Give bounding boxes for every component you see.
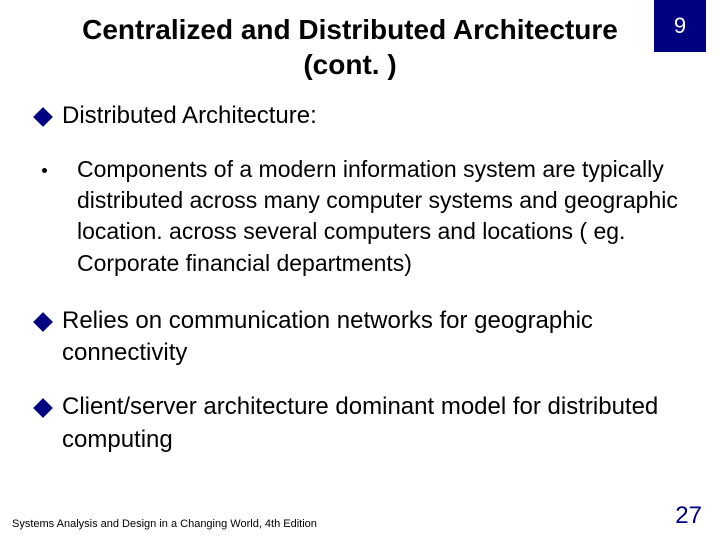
diamond-icon	[33, 312, 53, 332]
bullet-text: Client/server architecture dominant mode…	[62, 391, 692, 456]
chapter-number: 9	[674, 13, 686, 39]
bullet-client-server: Client/server architecture dominant mode…	[28, 391, 692, 456]
sub-bullet-text: Components of a modern information syste…	[77, 154, 692, 278]
bullet-distributed-architecture: Distributed Architecture:	[28, 100, 692, 132]
bullet-text: Relies on communication networks for geo…	[62, 305, 692, 370]
footer-source: Systems Analysis and Design in a Changin…	[12, 518, 317, 530]
dot-icon	[42, 168, 47, 173]
bullet-relies: Relies on communication networks for geo…	[28, 305, 692, 370]
slide-title: Centralized and Distributed Architecture…	[0, 0, 720, 82]
slide-content: Distributed Architecture: Components of …	[0, 82, 720, 456]
page-number: 27	[675, 502, 702, 530]
sub-bullet-components: Components of a modern information syste…	[42, 154, 692, 278]
slide-footer: Systems Analysis and Design in a Changin…	[12, 502, 702, 530]
chapter-badge: 9	[654, 0, 706, 52]
diamond-icon	[33, 398, 53, 418]
bullet-text: Distributed Architecture:	[62, 100, 317, 132]
diamond-icon	[33, 107, 53, 127]
